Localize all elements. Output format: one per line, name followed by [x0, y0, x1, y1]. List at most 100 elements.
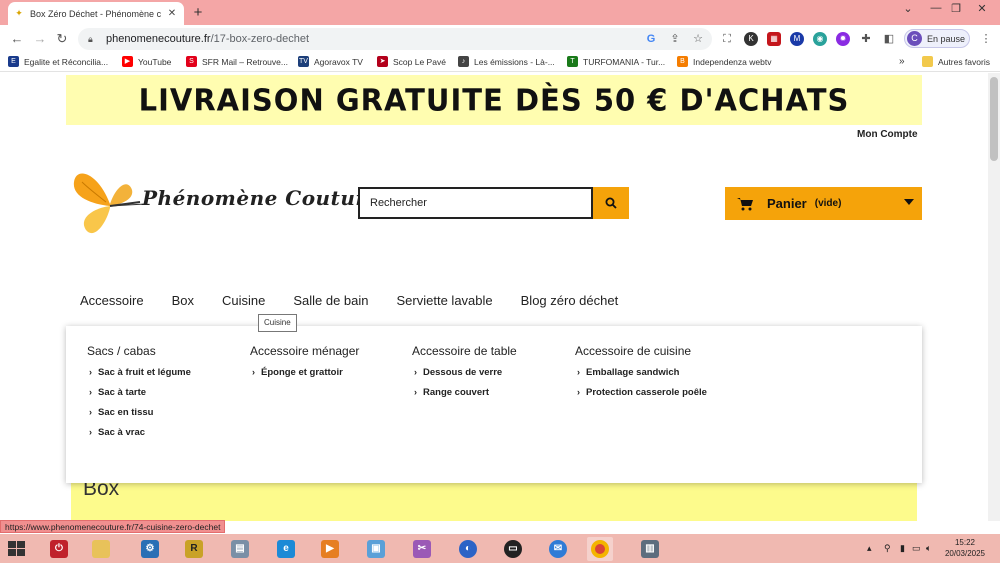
extensions-puzzle-icon[interactable]: ✚	[858, 31, 874, 47]
tray-chevron-icon[interactable]: ▴	[867, 543, 872, 554]
logo-wordmark: Phénomène Couture	[142, 186, 380, 210]
page-scrollbar[interactable]	[988, 73, 1000, 521]
mega-menu-link[interactable]: › Sac à vrac	[87, 427, 191, 447]
extension-m-icon[interactable]: M	[790, 32, 804, 46]
file-explorer-icon[interactable]	[88, 537, 114, 561]
remote-desktop-icon[interactable]: ▭	[500, 537, 526, 561]
site-logo[interactable]: Phénomène Couture	[70, 168, 379, 240]
share-icon[interactable]: ⇪	[667, 31, 683, 47]
usb-icon[interactable]: ⚲	[884, 543, 891, 554]
mega-menu-heading[interactable]: Accessoire de table	[412, 344, 517, 358]
close-window-button[interactable]: ✕	[962, 2, 1000, 15]
bookmark-label: SFR Mail – Retrouve...	[202, 56, 288, 67]
chevron-right-icon: ›	[414, 367, 417, 377]
mega-menu-heading[interactable]: Accessoire de cuisine	[575, 344, 707, 358]
chevron-down-icon	[904, 199, 914, 205]
bookmark-star-icon[interactable]: ☆	[690, 31, 706, 47]
chevron-right-icon: ›	[414, 387, 417, 397]
app-settings-icon[interactable]: ⚙	[137, 537, 163, 561]
mega-menu-link[interactable]: › Sac à fruit et légume	[87, 367, 191, 387]
mega-menu-link[interactable]: › Sac en tissu	[87, 407, 191, 427]
menu-item-box[interactable]: Box	[158, 291, 208, 315]
promo-banner[interactable]: LIVRAISON GRATUITE DÈS 50 € D'ACHATS	[66, 75, 922, 125]
menu-item-blog[interactable]: Blog zéro déchet	[507, 291, 633, 315]
reload-icon[interactable]: ↻	[53, 30, 71, 48]
app-r-icon[interactable]: R	[181, 537, 207, 561]
more-bookmarks-button[interactable]: »	[899, 56, 905, 67]
image-viewer-icon[interactable]: ▣	[363, 537, 389, 561]
browser-tab[interactable]: ✦ Box Zéro Déchet - Phénomène c ✕	[8, 2, 184, 25]
network-icon[interactable]: ▭	[912, 543, 921, 554]
mega-menu-link[interactable]: › Sac à tarte	[87, 387, 191, 407]
volume-icon[interactable]: 🔈︎	[926, 543, 931, 554]
bookmark-item[interactable]: S SFR Mail – Retrouve...	[186, 56, 288, 67]
new-tab-button[interactable]: +	[190, 4, 206, 21]
calculator-icon[interactable]: ▤	[227, 537, 253, 561]
extension-news-icon[interactable]: ▦	[767, 32, 781, 46]
app-document-icon[interactable]: ▥	[637, 537, 663, 561]
bookmark-item[interactable]: TV Agoravox TV	[298, 56, 363, 67]
bookmark-item[interactable]: ➤ Scop Le Pavé	[377, 56, 446, 67]
search-input[interactable]: Rechercher	[358, 187, 593, 219]
menu-item-cuisine[interactable]: Cuisine	[208, 291, 279, 315]
internet-explorer-icon[interactable]: e	[273, 537, 299, 561]
more-menu-icon[interactable]: ⋮	[978, 31, 994, 47]
cart-button[interactable]: Panier (vide)	[725, 187, 922, 220]
media-player-icon[interactable]: ▶	[317, 537, 343, 561]
bookmark-item[interactable]: E Egalite et Réconcilia...	[8, 56, 108, 67]
clock-time: 15:22	[954, 538, 976, 547]
link-label: Protection casserole poêle	[586, 387, 707, 398]
search-placeholder: Rechercher	[370, 197, 427, 209]
link-label: Sac à fruit et légume	[98, 367, 191, 378]
mega-menu-heading[interactable]: Accessoire ménager	[250, 344, 359, 358]
mega-menu-heading[interactable]: Sacs / cabas	[87, 344, 191, 358]
battery-icon[interactable]: ▮	[900, 543, 905, 554]
bookmark-item[interactable]: T TURFOMANIA - Tur...	[567, 56, 665, 67]
mega-menu-link[interactable]: › Éponge et grattoir	[250, 367, 359, 387]
folder-icon	[922, 56, 933, 67]
search-button[interactable]	[593, 187, 629, 219]
extension-gear-icon[interactable]: ✹	[836, 32, 850, 46]
profile-button[interactable]: C En pause	[904, 29, 970, 48]
chrome-icon[interactable]	[587, 537, 613, 561]
firefox-icon[interactable]: ◐	[455, 537, 481, 561]
windows-start-icon[interactable]	[8, 541, 26, 557]
google-lens-icon[interactable]: G	[643, 31, 659, 47]
system-clock[interactable]: 15:22 20/03/2025	[941, 537, 989, 559]
extension-k-icon[interactable]: K	[744, 32, 758, 46]
address-bar[interactable]: 🔒︎ phenomenecouture.fr /17-box-zero-dech…	[78, 28, 712, 50]
link-label: Sac à vrac	[98, 427, 146, 438]
bookmark-item[interactable]: ▶ YouTube	[122, 56, 171, 67]
forward-arrow-icon[interactable]: →	[31, 30, 49, 48]
snipping-tool-icon[interactable]: ✂	[409, 537, 435, 561]
mega-menu-link[interactable]: › Dessous de verre	[412, 367, 517, 387]
promo-text: LIVRAISON GRATUITE DÈS 50 € D'ACHATS	[138, 82, 850, 118]
close-tab-icon[interactable]: ✕	[166, 8, 178, 19]
mega-menu-link[interactable]: › Emballage sandwich	[575, 367, 707, 387]
mega-menu-link[interactable]: › Range couvert	[412, 387, 517, 407]
bookmark-label: Egalite et Réconcilia...	[24, 56, 109, 67]
power-app-icon[interactable]: ⏻	[46, 537, 72, 561]
mega-menu: Sacs / cabas › Sac à fruit et légume › Sac…	[66, 326, 922, 483]
mega-menu-link[interactable]: › Protection casserole poêle	[575, 387, 707, 407]
bookmark-item[interactable]: ♪ Les émissions - Là-...	[458, 56, 555, 67]
bookmark-item[interactable]: B Independenza webtv	[677, 56, 771, 67]
menu-tooltip: Cuisine	[258, 314, 297, 332]
url-host: phenomenecouture.fr	[106, 33, 211, 45]
other-bookmarks-folder[interactable]: Autres favoris	[922, 56, 990, 67]
menu-item-salle-de-bain[interactable]: Salle de bain	[279, 291, 382, 315]
chevron-right-icon: ›	[89, 367, 92, 377]
youtube-icon: ▶	[122, 56, 133, 67]
thunderbird-icon[interactable]: ✉	[545, 537, 571, 561]
extension-eye-icon[interactable]: ◉	[813, 32, 827, 46]
scrollbar-thumb[interactable]	[990, 77, 998, 161]
menu-item-serviette-lavable[interactable]: Serviette lavable	[383, 291, 507, 315]
tab-strip: ✦ Box Zéro Déchet - Phénomène c ✕ + ⌄ — …	[0, 0, 1000, 25]
screenshot-icon[interactable]: ⛶	[719, 31, 735, 47]
menu-item-accessoire[interactable]: Accessoire	[66, 291, 158, 315]
side-panel-icon[interactable]: ◧	[881, 31, 897, 47]
chevron-right-icon: ›	[577, 387, 580, 397]
avatar: C	[907, 31, 922, 46]
back-arrow-icon[interactable]: ←	[8, 30, 26, 48]
account-link[interactable]: Mon Compte	[857, 129, 918, 140]
